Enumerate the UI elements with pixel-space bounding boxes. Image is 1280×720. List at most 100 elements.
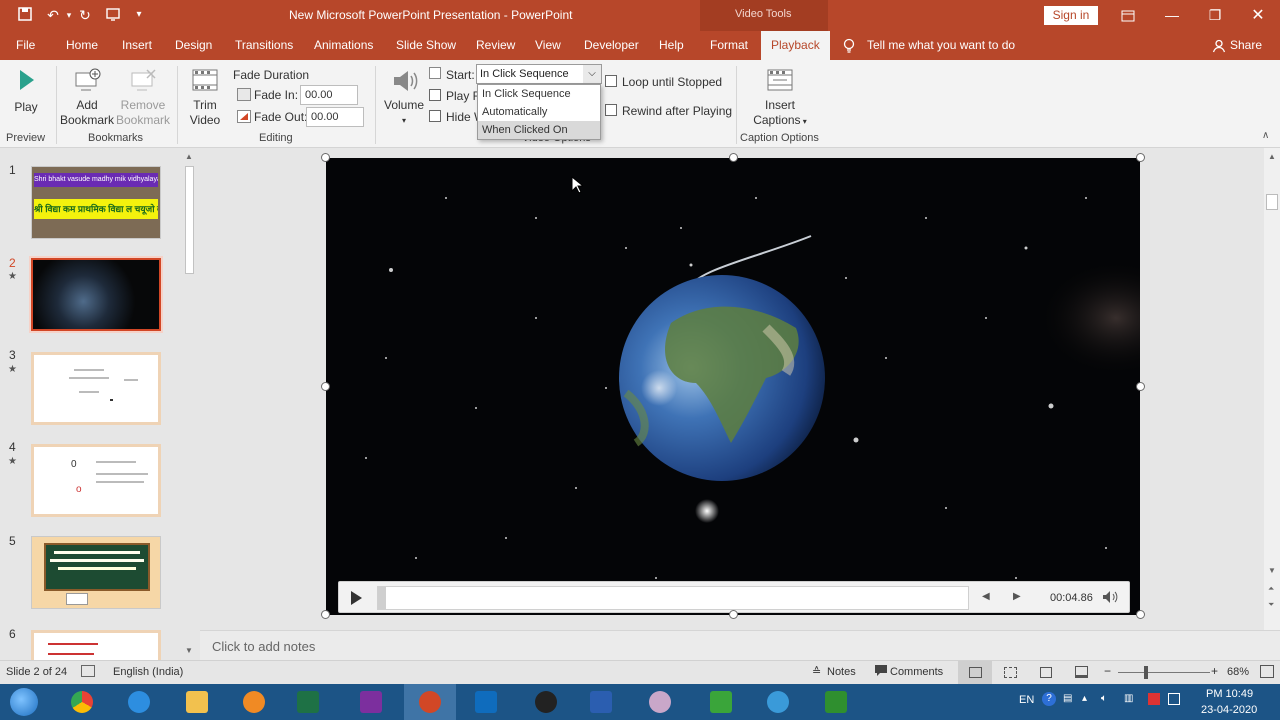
- slide-thumbnail-5[interactable]: [31, 536, 161, 609]
- tab-review[interactable]: Review: [476, 31, 515, 60]
- tray-expand-icon[interactable]: ▴: [1082, 693, 1087, 704]
- taskbar-app-magnifier[interactable]: [634, 684, 686, 720]
- taskbar-app-penguin[interactable]: [520, 684, 572, 720]
- restore-icon[interactable]: ❐: [1193, 0, 1237, 31]
- zoom-out-icon[interactable]: −: [1104, 664, 1111, 678]
- slide-thumbnail-3[interactable]: [31, 352, 161, 425]
- taskbar-app-sync[interactable]: [752, 684, 804, 720]
- taskbar-camtasia-recorder[interactable]: [810, 684, 862, 720]
- reading-view-icon[interactable]: [1040, 667, 1052, 678]
- taskbar-excel[interactable]: [282, 684, 334, 720]
- zoom-slider-thumb[interactable]: [1144, 666, 1148, 679]
- slide-thumbnail-4[interactable]: 0 o: [31, 444, 161, 517]
- scrollbar-thumb[interactable]: [1266, 194, 1278, 210]
- loop-until-stopped-checkbox[interactable]: [605, 75, 617, 87]
- comments-button[interactable]: Comments: [890, 666, 943, 678]
- remove-bookmark-button[interactable]: Remove Bookmark: [116, 68, 170, 128]
- tab-home[interactable]: Home: [66, 31, 98, 60]
- zoom-slider[interactable]: [1118, 672, 1210, 673]
- slide-thumbnail-1[interactable]: Shri bhakt vasude madhy mik vidhyalaya, …: [31, 166, 161, 239]
- language-indicator[interactable]: English (India): [113, 666, 183, 678]
- tab-slide-show[interactable]: Slide Show: [396, 31, 456, 60]
- redo-icon[interactable]: ↻: [76, 6, 94, 24]
- taskbar-chrome[interactable]: [56, 684, 108, 720]
- chevron-down-icon[interactable]: ⌵: [583, 65, 601, 83]
- notes-placeholder[interactable]: Click to add notes: [212, 639, 315, 654]
- scroll-up-icon[interactable]: ▲: [185, 152, 193, 161]
- slide-show-icon[interactable]: [1075, 666, 1088, 678]
- step-forward-icon[interactable]: ▶: [1013, 591, 1021, 602]
- tell-me-search[interactable]: Tell me what you want to do: [867, 31, 1015, 60]
- thumbnail-scrollbar[interactable]: ▲ ▼: [183, 148, 196, 660]
- share-button[interactable]: Share: [1230, 31, 1262, 60]
- tab-playback[interactable]: Playback: [761, 31, 830, 60]
- next-slide-icon[interactable]: ⏷: [1268, 600, 1274, 610]
- dropdown-option-when-clicked-on[interactable]: When Clicked On: [478, 121, 600, 139]
- start-from-beginning-icon[interactable]: [104, 6, 122, 24]
- taskbar-onenote[interactable]: [345, 684, 397, 720]
- scroll-down-icon[interactable]: ▼: [1268, 566, 1276, 575]
- taskbar-outlook[interactable]: [460, 684, 512, 720]
- rewind-after-playing-checkbox[interactable]: [605, 104, 617, 116]
- tab-help[interactable]: Help: [659, 31, 684, 60]
- step-back-icon[interactable]: ◀: [982, 591, 990, 602]
- add-bookmark-button[interactable]: Add Bookmark: [60, 68, 114, 128]
- insert-captions-button[interactable]: Insert Captions ▾: [752, 66, 808, 129]
- resize-handle[interactable]: [1136, 153, 1145, 162]
- taskbar-media-player[interactable]: [228, 684, 280, 720]
- sign-in-button[interactable]: Sign in: [1044, 6, 1098, 25]
- scroll-up-icon[interactable]: ▲: [1268, 152, 1276, 161]
- network-status-icon[interactable]: ▥: [1124, 693, 1133, 704]
- minimize-icon[interactable]: —: [1150, 0, 1194, 31]
- resize-handle[interactable]: [321, 382, 330, 391]
- help-icon[interactable]: ?: [1042, 692, 1056, 706]
- slide-thumbnail-6[interactable]: [31, 630, 161, 660]
- input-language[interactable]: EN: [1019, 694, 1034, 706]
- resize-handle[interactable]: [321, 153, 330, 162]
- trim-video-button[interactable]: Trim Video: [184, 66, 226, 128]
- notes-button[interactable]: Notes: [827, 666, 856, 678]
- clock-time[interactable]: PM 10:49: [1206, 688, 1253, 700]
- tab-transitions[interactable]: Transitions: [235, 31, 293, 60]
- fit-to-window-icon[interactable]: [1260, 665, 1274, 678]
- slide-thumbnail-2[interactable]: [29, 256, 163, 333]
- tab-format[interactable]: Format: [710, 31, 748, 60]
- save-icon[interactable]: [16, 6, 34, 24]
- zoom-level[interactable]: 68%: [1227, 666, 1249, 678]
- tab-file[interactable]: File: [16, 31, 35, 60]
- resize-handle[interactable]: [729, 610, 738, 619]
- slide-sorter-icon[interactable]: [1004, 667, 1017, 678]
- resize-handle[interactable]: [729, 153, 738, 162]
- taskbar-explorer[interactable]: [171, 684, 223, 720]
- dropdown-option-automatically[interactable]: Automatically: [478, 103, 600, 121]
- start-button[interactable]: [0, 684, 52, 720]
- tab-design[interactable]: Design: [175, 31, 212, 60]
- tab-animations[interactable]: Animations: [314, 31, 373, 60]
- start-select[interactable]: In Click Sequence ⌵: [476, 64, 602, 84]
- tab-view[interactable]: View: [535, 31, 561, 60]
- scrollbar-thumb[interactable]: [185, 166, 194, 274]
- speaker-icon[interactable]: [1102, 590, 1118, 607]
- resize-handle[interactable]: [1136, 610, 1145, 619]
- close-icon[interactable]: ✕: [1236, 0, 1280, 31]
- notes-pane[interactable]: Click to add notes: [200, 630, 1280, 660]
- tab-developer[interactable]: Developer: [584, 31, 639, 60]
- notification-error-icon[interactable]: [1148, 693, 1160, 705]
- timeline-playhead[interactable]: [378, 587, 386, 609]
- previous-slide-icon[interactable]: ⏶: [1268, 584, 1274, 594]
- zoom-in-icon[interactable]: +: [1211, 664, 1218, 678]
- taskbar-powerpoint[interactable]: [404, 684, 456, 720]
- dropdown-option-in-click-sequence[interactable]: In Click Sequence: [478, 85, 600, 103]
- fade-out-spinner[interactable]: 00.00: [306, 107, 364, 127]
- play-full-screen-checkbox[interactable]: [429, 89, 441, 101]
- video-timeline[interactable]: [377, 586, 969, 610]
- play-button[interactable]: Play: [8, 68, 44, 115]
- spelling-check-icon[interactable]: [81, 665, 95, 677]
- resize-handle[interactable]: [1136, 382, 1145, 391]
- network-icon[interactable]: ▤: [1063, 693, 1072, 704]
- taskbar-ie[interactable]: [113, 684, 165, 720]
- clock-date[interactable]: 23-04-2020: [1201, 704, 1257, 716]
- volume-button[interactable]: Volume ▾: [382, 68, 426, 128]
- collapse-ribbon-icon[interactable]: ∧: [1262, 130, 1269, 141]
- fade-in-spinner[interactable]: 00.00: [300, 85, 358, 105]
